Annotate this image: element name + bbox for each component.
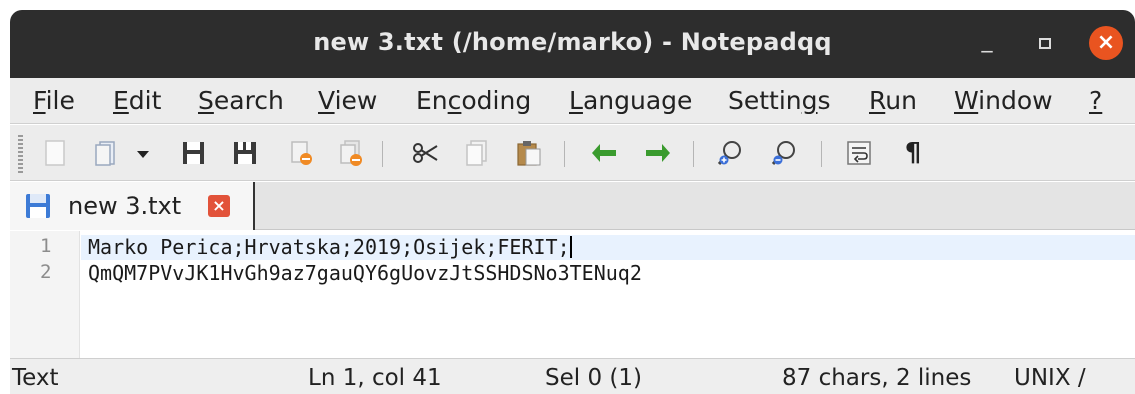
status-selection: Sel 0 (1) xyxy=(545,365,642,391)
line-number: 1 xyxy=(40,235,52,257)
close-icon[interactable] xyxy=(286,138,316,168)
status-counts: 87 chars, 2 lines xyxy=(782,365,972,391)
code-line[interactable]: QmQM7PVvJK1HvGh9az7gauQY6gUovzJtSSHDSNo3… xyxy=(88,261,642,285)
menu-help[interactable]: ? xyxy=(1089,86,1102,115)
toolbar: ¶ xyxy=(10,125,1135,181)
toolbar-separator xyxy=(564,141,565,167)
code-line[interactable]: Marko Perica;Hrvatska;2019;Osijek;FERIT; xyxy=(88,235,572,259)
toolbar-separator xyxy=(821,141,822,167)
menu-settings[interactable]: Settings xyxy=(728,86,831,115)
close-window-button[interactable]: × xyxy=(1089,26,1123,60)
menu-search[interactable]: Search xyxy=(198,86,284,115)
status-cursor-position: Ln 1, col 41 xyxy=(308,365,442,391)
status-line-endings[interactable]: UNIX / xyxy=(1014,365,1086,391)
line-number-gutter: 1 2 xyxy=(10,231,80,358)
text-caret xyxy=(569,236,572,258)
status-bar: Text Ln 1, col 41 Sel 0 (1) 87 chars, 2 … xyxy=(10,358,1135,394)
word-wrap-icon[interactable] xyxy=(844,138,874,168)
paste-icon[interactable] xyxy=(514,138,544,168)
undo-icon[interactable] xyxy=(590,138,620,168)
tab-new-3-txt[interactable]: new 3.txt × xyxy=(10,182,255,230)
save-all-icon[interactable] xyxy=(230,138,260,168)
show-all-characters-icon[interactable]: ¶ xyxy=(898,138,928,168)
menu-language[interactable]: Language xyxy=(569,86,692,115)
status-language[interactable]: Text xyxy=(12,365,59,391)
minimize-button[interactable]: _ xyxy=(971,28,1003,60)
menu-view[interactable]: View xyxy=(318,86,377,115)
menu-edit[interactable]: Edit xyxy=(113,86,161,115)
maximize-icon xyxy=(1039,38,1051,49)
title-bar: new 3.txt (/home/marko) - Notepadqq _ × xyxy=(10,10,1135,78)
close-all-icon[interactable] xyxy=(336,138,366,168)
maximize-button[interactable] xyxy=(1029,28,1061,60)
saved-file-icon xyxy=(24,192,52,220)
menu-run[interactable]: Run xyxy=(869,86,917,115)
open-file-icon[interactable] xyxy=(92,138,122,168)
tab-label: new 3.txt xyxy=(68,192,182,220)
copy-icon[interactable] xyxy=(462,138,492,168)
save-icon[interactable] xyxy=(178,138,208,168)
open-dropdown-icon[interactable] xyxy=(134,138,152,168)
menu-encoding[interactable]: Encoding xyxy=(416,86,531,115)
menu-window[interactable]: Window xyxy=(954,86,1053,115)
toolbar-separator xyxy=(693,141,694,167)
tab-close-button[interactable]: × xyxy=(208,195,230,217)
redo-icon[interactable] xyxy=(642,138,672,168)
toolbar-grip-handle[interactable] xyxy=(18,135,23,173)
text-editor[interactable]: 1 2 Marko Perica;Hrvatska;2019;Osijek;FE… xyxy=(10,231,1135,358)
window-title: new 3.txt (/home/marko) - Notepadqq xyxy=(313,28,832,56)
menu-bar: File Edit Search View Encoding Language … xyxy=(10,78,1135,124)
zoom-out-icon[interactable] xyxy=(770,138,800,168)
new-file-icon[interactable] xyxy=(40,138,70,168)
menu-file[interactable]: File xyxy=(33,86,75,115)
tab-bar: new 3.txt × xyxy=(10,182,1135,230)
zoom-in-icon[interactable] xyxy=(716,138,746,168)
toolbar-separator xyxy=(382,141,383,167)
line-number: 2 xyxy=(40,261,52,283)
cut-icon[interactable] xyxy=(410,138,440,168)
